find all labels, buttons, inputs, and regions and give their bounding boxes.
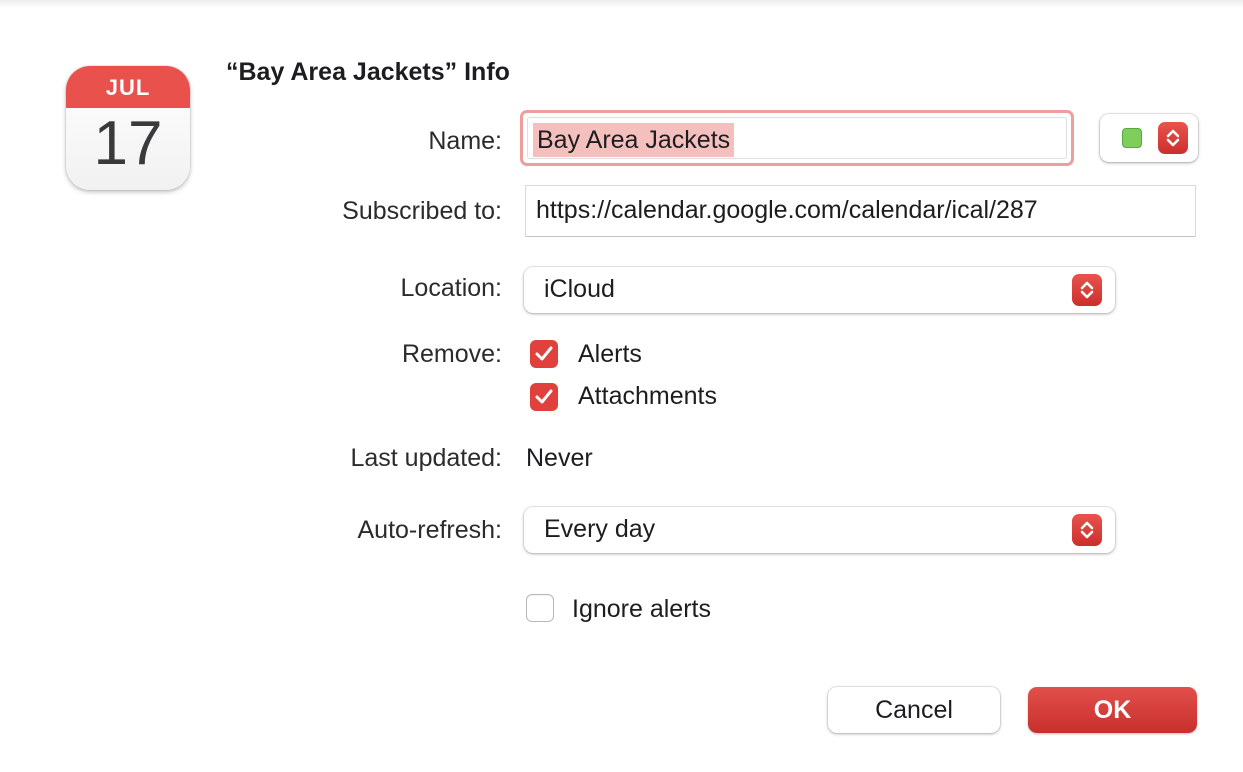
color-swatch bbox=[1122, 128, 1142, 148]
subscribed-url-field[interactable]: https://calendar.google.com/calendar/ica… bbox=[525, 185, 1196, 237]
name-input[interactable]: Bay Area Jackets bbox=[520, 110, 1074, 166]
auto-refresh-popup-chevrons-icon bbox=[1072, 514, 1102, 546]
location-popup-value: iCloud bbox=[544, 275, 615, 303]
cancel-button[interactable]: Cancel bbox=[828, 687, 1000, 733]
sheet-top-edge bbox=[0, 0, 1243, 8]
auto-refresh-label: Auto-refresh: bbox=[357, 516, 502, 544]
calendar-icon-day: 17 bbox=[93, 109, 163, 178]
last-updated-value: Never bbox=[526, 444, 593, 472]
name-input-value: Bay Area Jackets bbox=[533, 123, 735, 157]
last-updated-label: Last updated: bbox=[350, 444, 502, 472]
location-popup-chevrons-icon bbox=[1072, 274, 1102, 306]
remove-attachments-checkbox[interactable] bbox=[530, 383, 558, 411]
calendar-color-popup[interactable] bbox=[1100, 114, 1198, 162]
checkmark-icon bbox=[535, 346, 553, 361]
calendar-app-icon: JUL 17 bbox=[66, 66, 190, 190]
remove-attachments-label[interactable]: Attachments bbox=[578, 382, 717, 411]
location-popup[interactable]: iCloud bbox=[524, 267, 1115, 313]
auto-refresh-popup[interactable]: Every day bbox=[524, 507, 1115, 553]
ignore-alerts-label[interactable]: Ignore alerts bbox=[572, 595, 711, 624]
remove-alerts-label[interactable]: Alerts bbox=[578, 340, 642, 369]
subscribed-label: Subscribed to: bbox=[342, 197, 502, 225]
color-popup-chevrons-icon bbox=[1158, 122, 1188, 154]
ok-button[interactable]: OK bbox=[1028, 687, 1197, 733]
calendar-icon-month: JUL bbox=[66, 66, 190, 108]
dialog-title: “Bay Area Jackets” Info bbox=[226, 58, 510, 86]
subscribed-url-value: https://calendar.google.com/calendar/ica… bbox=[536, 196, 1038, 224]
checkmark-icon bbox=[535, 389, 553, 404]
remove-label: Remove: bbox=[401, 340, 502, 368]
name-label: Name: bbox=[428, 127, 502, 155]
ignore-alerts-checkbox[interactable] bbox=[526, 594, 554, 622]
auto-refresh-popup-value: Every day bbox=[544, 515, 656, 543]
remove-alerts-checkbox[interactable] bbox=[530, 340, 558, 368]
location-label: Location: bbox=[400, 274, 502, 302]
